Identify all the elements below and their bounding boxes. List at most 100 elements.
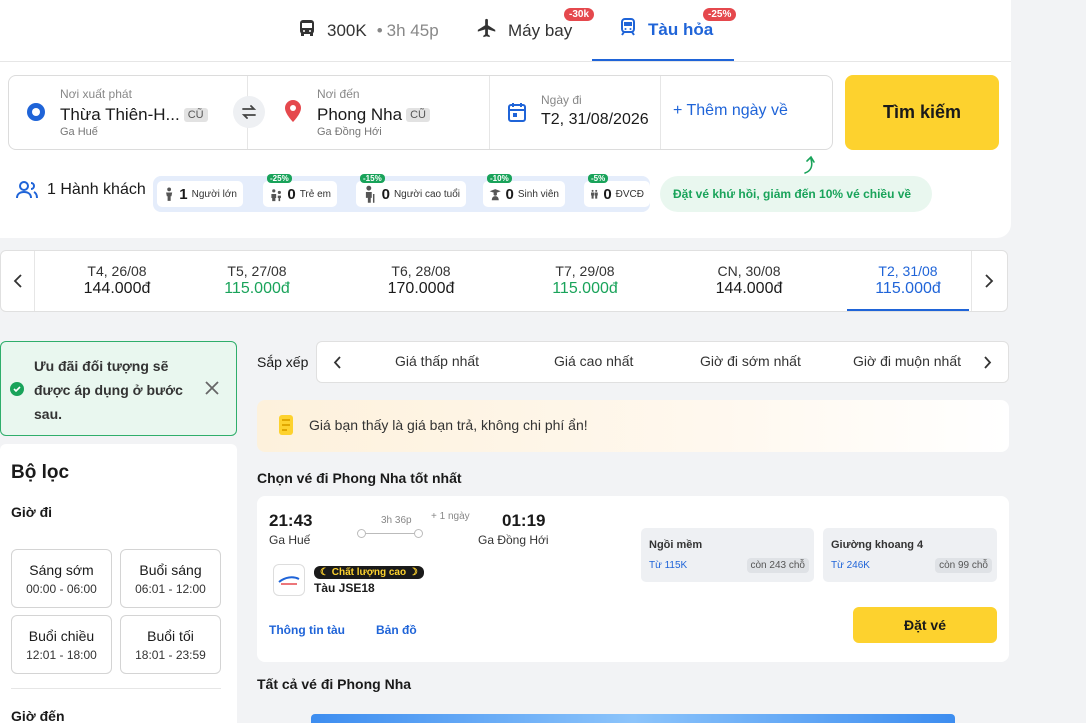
plane-discount-badge: -30k	[564, 8, 595, 21]
union-label: ĐVCĐ	[615, 188, 644, 200]
search-button[interactable]: Tìm kiếm	[845, 75, 999, 150]
tab-bus[interactable]: 300K • 3h 45p	[297, 0, 439, 61]
union-member-icon	[591, 189, 598, 199]
filter-title: Bộ lọc	[11, 462, 70, 483]
bus-icon	[297, 18, 317, 43]
plane-icon	[476, 17, 498, 44]
plus-day: + 1 ngày	[431, 511, 470, 522]
time-slot-early[interactable]: Sáng sớm 00:00 - 06:00	[11, 549, 112, 608]
senior-count: 0	[381, 185, 390, 203]
depart-time-label: Giờ đi	[11, 504, 53, 520]
sort-label: Sắp xếp	[257, 354, 309, 370]
book-button[interactable]: Đặt vé	[853, 607, 997, 643]
swap-button[interactable]	[233, 96, 265, 128]
seat-option[interactable]: Giường khoang 4 Từ 246K còn 99 chỗ	[823, 528, 997, 582]
origin-field[interactable]: Nơi xuất phát Thừa Thiên-H... CŨ Ga Huế	[9, 76, 247, 149]
railway-logo-icon	[278, 576, 300, 585]
route-line	[360, 533, 420, 534]
promo-banner	[311, 714, 955, 723]
calendar-icon	[507, 101, 527, 128]
price-notice: Giá bạn thấy là giá bạn trả, không chi p…	[257, 400, 1009, 452]
passenger-type-union[interactable]: -5% 0 ĐVCĐ	[584, 174, 650, 207]
location-pin-icon	[282, 99, 304, 128]
train-info-link[interactable]: Thông tin tàu	[269, 623, 345, 637]
origin-station: Ga Huế	[60, 126, 98, 138]
offer-text: Ưu đãi đối tượng sẽ được áp dụng ở bước …	[34, 358, 183, 422]
depart-station: Ga Huế	[269, 533, 311, 547]
best-ticket-title: Chọn vé đi Phong Nha tốt nhất	[257, 470, 462, 486]
arrive-time: 01:19	[502, 511, 546, 530]
chevron-right-icon	[984, 356, 992, 369]
date-field[interactable]: Ngày đi T2, 31/08/2026	[490, 76, 660, 149]
filter-panel: Bộ lọc Giờ đi Sáng sớm 00:00 - 06:00 Buổi…	[0, 444, 237, 723]
chevron-left-icon	[13, 274, 22, 288]
date-option[interactable]: CN, 30/08 144.000đ	[667, 251, 831, 311]
union-count: 0	[603, 185, 612, 203]
bus-separator: •	[376, 20, 383, 40]
time-slot-evening[interactable]: Buổi tối 18:01 - 23:59	[120, 615, 221, 674]
date-option[interactable]: T5, 27/08 115.000đ	[175, 251, 339, 311]
sort-option[interactable]: Giờ đi muộn nhất	[853, 353, 961, 369]
sort-next-button[interactable]	[983, 356, 992, 374]
destination-station: Ga Đồng Hới	[317, 126, 382, 138]
bus-duration: 3h 45p	[386, 20, 439, 40]
child-label: Trẻ em	[299, 188, 331, 200]
arrive-station: Ga Đồng Hới	[478, 533, 549, 547]
arrive-time-label: Giờ đến	[11, 708, 65, 723]
time-slot-afternoon[interactable]: Buổi chiều 12:01 - 18:00	[11, 615, 112, 674]
passenger-summary: 1 Hành khách	[47, 181, 146, 198]
seat-option[interactable]: Ngồi mềm Từ 115K còn 243 chỗ	[641, 528, 814, 582]
senior-icon	[365, 185, 375, 203]
date-value: T2, 31/08/2026	[541, 111, 649, 128]
passenger-type-senior[interactable]: -15% 0 Người cao tuổi	[356, 174, 466, 207]
train-name: Tàu JSE18	[314, 581, 375, 595]
route-start-dot	[357, 529, 366, 538]
origin-dot-icon	[26, 102, 46, 127]
destination-value: Phong Nha CŨ	[317, 105, 430, 125]
passenger-type-student[interactable]: -10% 0 Sinh viên	[483, 174, 565, 207]
child-count: 0	[287, 185, 296, 203]
date-next-button[interactable]	[971, 251, 1005, 311]
child-discount: -25%	[267, 174, 292, 183]
chevron-left-icon	[333, 356, 341, 369]
plane-label: Máy bay	[508, 20, 573, 40]
sort-prev-button[interactable]	[333, 356, 342, 374]
origin-value: Thừa Thiên-H... CŨ	[60, 105, 208, 125]
tab-plane[interactable]: Máy bay	[476, 0, 572, 61]
time-slot-morning[interactable]: Buổi sáng 06:01 - 12:00	[120, 549, 221, 608]
date-option[interactable]: T6, 28/08 170.000đ	[339, 251, 503, 311]
date-option-selected[interactable]: T2, 31/08 115.000đ	[847, 251, 969, 311]
student-count: 0	[505, 185, 514, 203]
passengers-icon	[16, 181, 38, 199]
adult-icon	[166, 187, 173, 201]
train-label: Tàu hỏa	[648, 19, 714, 39]
senior-discount: -15%	[360, 174, 385, 183]
passenger-type-child[interactable]: -25% 0 Trẻ em	[263, 174, 337, 207]
add-return-date-link[interactable]: + Thêm ngày về	[673, 102, 788, 120]
train-icon	[618, 17, 638, 42]
notice-text: Giá bạn thấy là giá bạn trả, không chi p…	[309, 417, 588, 433]
sort-bar: Giá thấp nhất Giá cao nhất Giờ đi sớm nh…	[316, 341, 1009, 383]
passenger-selector[interactable]: 1 Hành khách	[15, 180, 146, 200]
all-tickets-title: Tất cả vé đi Phong Nha	[257, 676, 412, 692]
senior-label: Người cao tuổi	[393, 188, 460, 200]
train-discount-badge: -25%	[703, 8, 737, 21]
close-icon[interactable]	[205, 381, 219, 400]
map-link[interactable]: Bản đồ	[376, 623, 417, 637]
date-prev-button[interactable]	[1, 251, 35, 311]
origin-code: CŨ	[183, 108, 208, 122]
sort-option[interactable]: Giờ đi sớm nhất	[700, 353, 801, 369]
chevron-right-icon	[984, 274, 993, 288]
destination-code: CŨ	[406, 108, 430, 122]
offer-notice: Ưu đãi đối tượng sẽ được áp dụng ở bước …	[0, 341, 237, 436]
sort-option[interactable]: Giá cao nhất	[554, 353, 633, 369]
seat-remaining: còn 243 chỗ	[746, 558, 809, 573]
swap-icon	[241, 105, 257, 119]
destination-field[interactable]: Nơi đến Phong Nha CŨ Ga Đồng Hới	[267, 76, 489, 149]
date-label: Ngày đi	[541, 93, 582, 107]
adult-label: Người lớn	[191, 188, 237, 200]
passenger-type-adult[interactable]: 1 Người lớn	[157, 181, 243, 207]
seat-price: Từ 115K	[649, 560, 688, 571]
sort-option[interactable]: Giá thấp nhất	[395, 353, 479, 369]
date-option[interactable]: T7, 29/08 115.000đ	[503, 251, 667, 311]
